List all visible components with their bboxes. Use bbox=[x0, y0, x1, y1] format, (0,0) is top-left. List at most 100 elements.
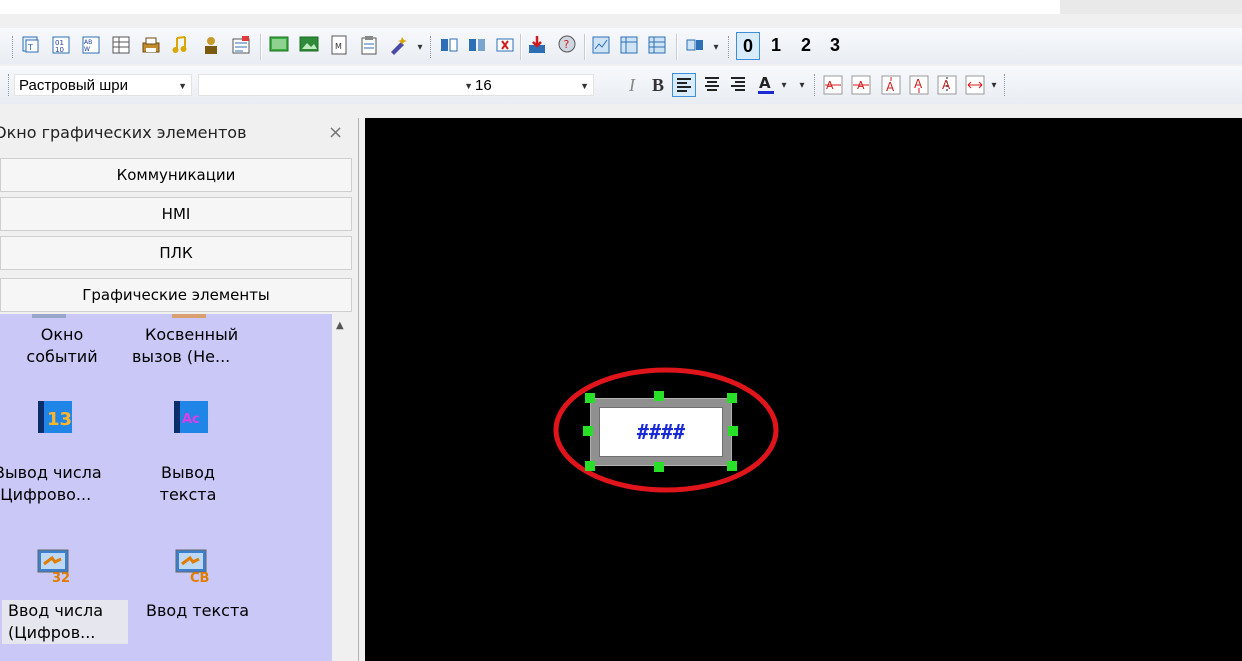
font-name-value: Растровый шри bbox=[19, 77, 128, 94]
align-objects-top-icon[interactable]: A bbox=[880, 74, 902, 96]
align-objects-middle-icon[interactable]: A bbox=[908, 74, 930, 96]
table-icon[interactable] bbox=[110, 34, 132, 56]
bits-icon[interactable]: 01 10 bbox=[50, 34, 72, 56]
numeric-input-icon[interactable]: 32 bbox=[36, 548, 72, 586]
toolbar-grip[interactable] bbox=[8, 74, 13, 96]
alarm-table-icon[interactable] bbox=[618, 34, 640, 56]
recipe-icon[interactable] bbox=[230, 34, 252, 56]
clipboard-icon[interactable] bbox=[358, 34, 380, 56]
bold-button[interactable]: B bbox=[646, 73, 670, 97]
layer-button-0[interactable]: 0 bbox=[736, 32, 760, 60]
text-input-icon[interactable]: CB bbox=[174, 548, 210, 586]
element-palette: Окно событий Косвенный вызов (Не... 13 A… bbox=[0, 314, 332, 661]
font-color-button[interactable]: A bbox=[754, 73, 778, 97]
printer-icon[interactable] bbox=[140, 34, 162, 56]
toolbar-overflow-icon[interactable]: ▾ bbox=[798, 76, 806, 96]
svg-text:32: 32 bbox=[52, 571, 70, 584]
toolbar-grip[interactable] bbox=[814, 74, 819, 96]
font-size-value: 16 bbox=[475, 77, 492, 94]
layer-button-1[interactable]: 1 bbox=[765, 32, 787, 58]
font-size-select[interactable]: 16 ▼ ▼ bbox=[198, 74, 594, 96]
svg-text:A: A bbox=[886, 80, 895, 94]
category-communications[interactable]: Коммуникации bbox=[0, 158, 352, 192]
resize-handle-bottom[interactable] bbox=[654, 462, 664, 472]
align-right-button[interactable] bbox=[726, 73, 750, 97]
palette-item-text-input[interactable]: Ввод текста bbox=[138, 600, 262, 622]
resize-handle-bottom-left[interactable] bbox=[585, 461, 595, 471]
category-plc[interactable]: ПЛК bbox=[0, 236, 352, 270]
palette-item-numeric-input[interactable]: Ввод числа (Цифров... bbox=[2, 600, 128, 644]
svg-text:13: 13 bbox=[47, 409, 72, 430]
svg-text:10: 10 bbox=[55, 46, 64, 54]
screen-add-icon[interactable] bbox=[268, 34, 290, 56]
close-icon[interactable]: × bbox=[328, 118, 343, 148]
layer-button-3[interactable]: 3 bbox=[824, 32, 846, 58]
chevron-down-icon: ▼ bbox=[178, 81, 187, 91]
palette-item-event-window[interactable]: Окно событий bbox=[0, 324, 124, 368]
window-top-strip bbox=[0, 0, 1242, 14]
word-icon[interactable]: AB W bbox=[80, 34, 102, 56]
distribute-horizontal-icon[interactable] bbox=[964, 74, 986, 96]
toolbar-grip[interactable] bbox=[1004, 74, 1009, 96]
screen-picture-icon[interactable] bbox=[298, 34, 320, 56]
music-note-icon[interactable] bbox=[170, 34, 192, 56]
main-toolbar: T 01 10 AB W M ▾ ? ▾ 0 1 2 3 bbox=[0, 28, 1242, 64]
svg-text:?: ? bbox=[564, 38, 570, 51]
connect-all-icon[interactable] bbox=[466, 34, 488, 56]
palette-item-indirect-call[interactable]: Косвенный вызов (Не... bbox=[130, 324, 254, 368]
resize-handle-bottom-right[interactable] bbox=[727, 461, 737, 471]
document-m-icon[interactable]: M bbox=[328, 34, 350, 56]
scroll-up-icon[interactable]: ▲ bbox=[336, 320, 344, 331]
graphic-elements-panel: Окно графических элементов × Коммуникаци… bbox=[0, 118, 359, 661]
compile-icon[interactable] bbox=[684, 34, 706, 56]
toolbar-grip[interactable] bbox=[12, 36, 17, 58]
category-hmi[interactable]: HMI bbox=[0, 197, 352, 231]
numeric-display-widget[interactable]: #### bbox=[590, 398, 732, 466]
category-graphic-elements[interactable]: Графические элементы bbox=[0, 278, 352, 312]
svg-text:AB: AB bbox=[84, 39, 92, 46]
toolbar-overflow-icon[interactable]: ▾ bbox=[416, 38, 424, 58]
toolbar-overflow-icon[interactable]: ▾ bbox=[712, 38, 720, 58]
align-left-button[interactable] bbox=[672, 73, 696, 97]
align-objects-bottom-icon[interactable]: A bbox=[936, 74, 958, 96]
chevron-down-icon: ▼ bbox=[464, 81, 473, 91]
svg-text:Ac: Ac bbox=[182, 412, 200, 427]
italic-button[interactable]: I bbox=[620, 73, 644, 97]
help-icon[interactable]: ? bbox=[556, 34, 578, 56]
connect-icon[interactable] bbox=[438, 34, 460, 56]
trend-icon[interactable] bbox=[590, 34, 612, 56]
resize-handle-top-right[interactable] bbox=[727, 393, 737, 403]
toolbar-grip[interactable] bbox=[728, 36, 733, 58]
resize-handle-left[interactable] bbox=[583, 426, 593, 436]
resize-handle-top-left[interactable] bbox=[585, 393, 595, 403]
toolbar-grip[interactable] bbox=[430, 36, 435, 58]
download-icon[interactable] bbox=[526, 34, 548, 56]
layer-button-2[interactable]: 2 bbox=[795, 32, 817, 58]
palette-scrollbar[interactable]: ▲ bbox=[332, 314, 352, 661]
toolbar-overflow-icon[interactable]: ▾ bbox=[990, 76, 998, 96]
svg-text:T: T bbox=[27, 43, 33, 52]
svg-text:A: A bbox=[759, 74, 771, 92]
align-objects-left-icon[interactable]: A bbox=[822, 74, 844, 96]
palette-item-text-display[interactable]: Вывод текста bbox=[126, 462, 250, 506]
panel-title-bar: Окно графических элементов × bbox=[0, 118, 358, 150]
palette-item-numeric-display[interactable]: Вывод числа (Цифрово... bbox=[0, 462, 118, 506]
screen-editor-canvas[interactable] bbox=[365, 118, 1242, 661]
resize-handle-right[interactable] bbox=[728, 426, 738, 436]
panel-title: Окно графических элементов bbox=[0, 123, 247, 142]
font-name-select[interactable]: Растровый шри ▼ bbox=[14, 74, 192, 96]
align-center-button[interactable] bbox=[700, 73, 724, 97]
window-icon[interactable]: T bbox=[20, 34, 42, 56]
text-display-icon[interactable]: Ac bbox=[174, 399, 210, 435]
chevron-down-icon: ▼ bbox=[580, 81, 589, 91]
font-color-dropdown-icon[interactable]: ▾ bbox=[780, 76, 788, 96]
svg-text:CB: CB bbox=[190, 571, 209, 584]
history-table-icon[interactable] bbox=[646, 34, 668, 56]
wizard-icon[interactable] bbox=[388, 34, 410, 56]
numeric-display-icon[interactable]: 13 bbox=[38, 399, 74, 435]
widget-value: #### bbox=[599, 407, 723, 457]
align-objects-right-icon[interactable]: A bbox=[850, 74, 872, 96]
operator-icon[interactable] bbox=[200, 34, 222, 56]
resize-handle-top[interactable] bbox=[654, 391, 664, 401]
disconnect-icon[interactable] bbox=[494, 34, 516, 56]
